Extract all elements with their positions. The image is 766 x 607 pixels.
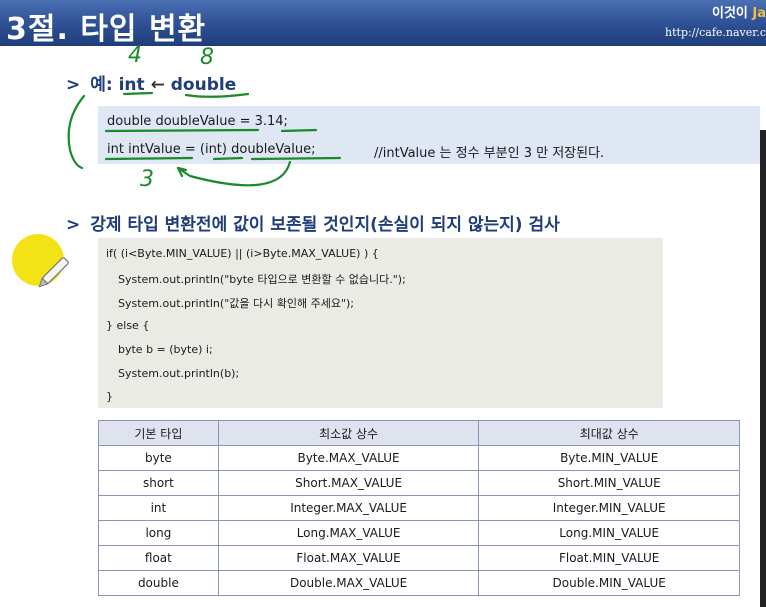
example-double: double: [170, 75, 237, 95]
curve-arrowhead: [176, 166, 188, 178]
table-cell: Short.MAX_VALUE: [217, 470, 480, 496]
table-row: float Float.MAX_VALUE Float.MIN_VALUE: [98, 545, 740, 571]
min-max-table: 기본 타입 최소값 상수 최대값 상수 byte Byte.MAX_VALUE …: [98, 420, 740, 596]
header-cell: 기본 타입: [98, 420, 219, 446]
range-check-code-box: if( (i<Byte.MIN_VALUE) || (i>Byte.MAX_VA…: [98, 238, 663, 408]
code-line-2-comment: //intValue 는 정수 부분인 3 만 저장된다.: [374, 146, 605, 161]
table-cell: long: [98, 520, 219, 546]
header-cell: 최소값 상수: [217, 420, 480, 446]
bullet-range-check: > 강제 타입 변환전에 값이 보존될 것인지(손실이 되지 않는지) 검사: [66, 210, 560, 235]
code2-line-6: System.out.println(b);: [118, 367, 240, 380]
table-cell: Float.MIN_VALUE: [478, 545, 740, 571]
bracket-mark: [67, 94, 86, 170]
brand-main: 이것이: [711, 6, 753, 21]
bullet-arrow-icon: >: [66, 215, 81, 235]
handwritten-three: 3: [140, 167, 154, 192]
table-cell: Double.MIN_VALUE: [478, 570, 740, 596]
handwritten-eight: 8: [200, 45, 214, 70]
brand-url: http://cafe.naver.c: [665, 26, 766, 39]
table-cell: Short.MIN_VALUE: [478, 470, 740, 496]
table-cell: double: [98, 570, 219, 596]
code2-line-7: }: [106, 390, 113, 403]
brand-label: 이것이 Ja: [712, 2, 766, 21]
table-row: long Long.MAX_VALUE Long.MIN_VALUE: [98, 520, 740, 546]
code2-line-3: System.out.println("값을 다시 확인해 주세요");: [118, 297, 354, 310]
table-cell: int: [98, 495, 219, 521]
code-example-box: double doubleValue = 3.14; int intValue …: [98, 106, 760, 164]
table-row: short Short.MAX_VALUE Short.MIN_VALUE: [98, 470, 740, 496]
code2-line-4: } else {: [106, 319, 150, 332]
slide-header: 3절. 타입 변환 이것이 Ja http://cafe.naver.c: [0, 0, 766, 47]
table-row: byte Byte.MAX_VALUE Byte.MIN_VALUE: [98, 445, 740, 471]
table-cell: Double.MAX_VALUE: [217, 570, 480, 596]
curve-arrow: [176, 160, 292, 187]
code2-line-2: System.out.println("byte 타입으로 변환할 수 없습니다…: [118, 273, 406, 286]
example-prefix: 예:: [90, 75, 119, 95]
header-cell: 최대값 상수: [478, 420, 740, 446]
code2-line-1: if( (i<Byte.MIN_VALUE) || (i>Byte.MAX_VA…: [106, 247, 379, 260]
range-check-text: 강제 타입 변환전에 값이 보존될 것인지(손실이 되지 않는지) 검사: [90, 215, 560, 235]
bullet-arrow-icon: >: [66, 75, 81, 95]
pen-cursor-icon: [38, 257, 69, 288]
table-header-row: 기본 타입 최소값 상수 최대값 상수: [98, 420, 740, 446]
table-row: double Double.MAX_VALUE Double.MIN_VALUE: [98, 570, 740, 596]
table-cell: Byte.MAX_VALUE: [217, 445, 480, 471]
table-cell: Byte.MIN_VALUE: [478, 445, 740, 471]
table-cell: Long.MIN_VALUE: [478, 520, 740, 546]
table-cell: float: [98, 545, 219, 571]
table-cell: Integer.MIN_VALUE: [478, 495, 740, 521]
table-cell: byte: [98, 445, 219, 471]
table-row: int Integer.MAX_VALUE Integer.MIN_VALUE: [98, 495, 740, 521]
slide-title: 3절. 타입 변환: [6, 12, 207, 47]
table-cell: Long.MAX_VALUE: [217, 520, 480, 546]
left-arrow-icon: ←: [150, 75, 165, 95]
window-edge: [760, 130, 766, 607]
code2-line-5: byte b = (byte) i;: [118, 343, 213, 356]
table-cell: short: [98, 470, 219, 496]
table-cell: Float.MAX_VALUE: [217, 545, 480, 571]
code-line-1: double doubleValue = 3.14;: [107, 114, 288, 129]
table-cell: Integer.MAX_VALUE: [217, 495, 480, 521]
brand-tail: Ja: [752, 6, 766, 21]
bullet-example: > 예: int ← double: [66, 70, 236, 95]
code-line-2: int intValue = (int) doubleValue;: [107, 142, 316, 157]
example-int: int: [118, 75, 145, 95]
